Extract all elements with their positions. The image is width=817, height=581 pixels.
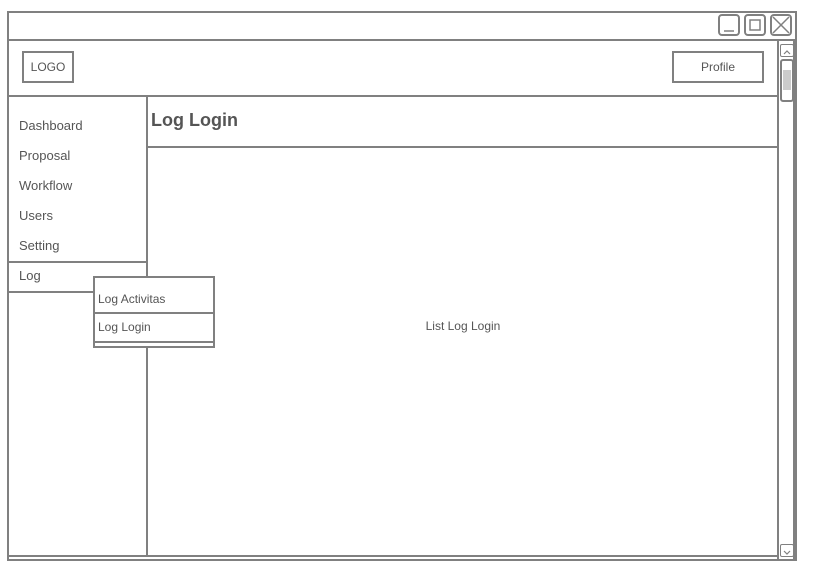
sidebar-item-workflow[interactable]: Workflow (19, 178, 72, 193)
submenu-item-log-activitas[interactable]: Log Activitas (95, 292, 213, 306)
scroll-up-button[interactable] (780, 44, 794, 57)
chevron-up-icon (783, 50, 791, 55)
submenu-divider (95, 341, 213, 343)
titlebar-divider (7, 39, 797, 41)
vertical-scrollbar[interactable] (777, 41, 795, 559)
log-submenu: Log Activitas Log Login (93, 276, 215, 348)
header-divider (7, 95, 778, 97)
sidebar-item-users[interactable]: Users (19, 208, 53, 223)
close-icon (772, 16, 790, 34)
maximize-icon (749, 19, 761, 31)
minimize-icon (724, 30, 734, 32)
profile-label: Profile (700, 60, 735, 74)
sidebar-item-log[interactable]: Log (19, 268, 41, 283)
close-button[interactable] (770, 14, 792, 36)
minimize-button[interactable] (718, 14, 740, 36)
bottom-divider (7, 555, 778, 557)
logo-label: LOGO (30, 60, 66, 74)
scroll-thumb[interactable] (780, 59, 794, 102)
scroll-down-button[interactable] (780, 544, 794, 557)
chevron-down-icon (783, 550, 791, 555)
title-divider (148, 146, 778, 148)
submenu-divider (95, 312, 213, 314)
profile-button[interactable]: Profile (672, 51, 764, 83)
grip-icon (783, 70, 791, 90)
maximize-button[interactable] (744, 14, 766, 36)
logo: LOGO (22, 51, 74, 83)
submenu-item-log-login[interactable]: Log Login (95, 320, 213, 334)
content-placeholder: List Log Login (425, 319, 501, 333)
sidebar-item-setting[interactable]: Setting (19, 238, 59, 253)
page-title: Log Login (151, 110, 238, 130)
sidebar-item-proposal[interactable]: Proposal (19, 148, 70, 163)
sidebar-item-dashboard[interactable]: Dashboard (19, 118, 83, 133)
